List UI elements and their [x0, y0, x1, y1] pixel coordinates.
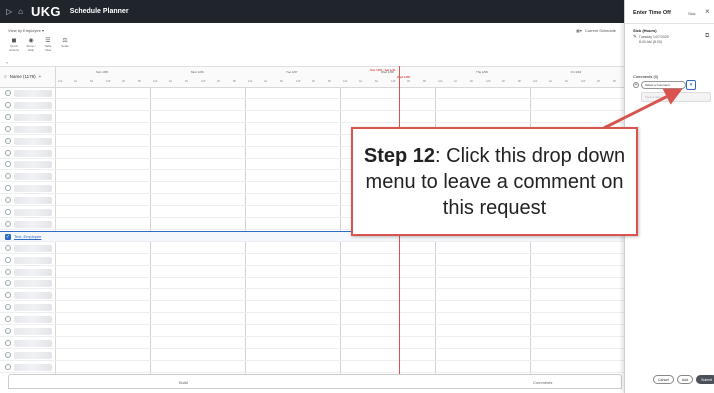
step-number: Step 12: [363, 144, 436, 167]
app-root: ▷ ⌂ UKG Schedule Planner View by Employe…: [0, 0, 714, 393]
instruction-callout: Step 12: Click this drop down menu to le…: [351, 127, 638, 236]
